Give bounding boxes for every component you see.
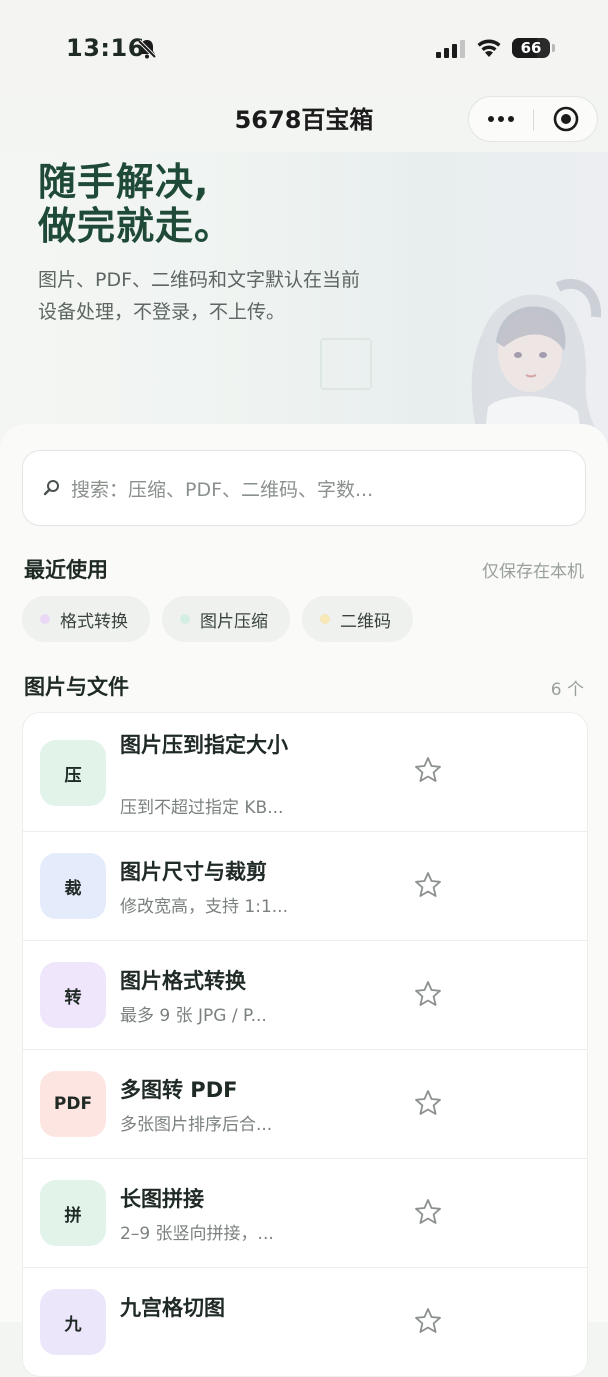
favorite-star-icon[interactable] [413, 1197, 443, 1227]
tool-list: 压 图片压到指定大小 压到不超过指定 KB... 裁 图片尺寸与裁剪 修改宽高，… [22, 712, 588, 1377]
close-miniprogram-button[interactable] [534, 97, 598, 141]
chip-label: 图片压缩 [200, 611, 268, 632]
chip-dot [320, 614, 330, 624]
chip-dot [40, 614, 50, 624]
bell-muted-icon [137, 39, 157, 59]
tools-sheet: 搜索：压缩、PDF、二维码、字数... 最近使用 仅保存在本机 格式转换 图片压… [0, 424, 608, 1377]
tool-badge: PDF [40, 1071, 106, 1137]
mini-program-capsule [468, 96, 598, 142]
recent-section-note: 仅保存在本机 [482, 562, 584, 582]
tool-desc: 2–9 张竖向拼接，... [120, 1224, 274, 1244]
search-bar[interactable]: 搜索：压缩、PDF、二维码、字数... [22, 450, 586, 526]
tool-item-resize[interactable]: 裁 图片尺寸与裁剪 修改宽高，支持 1:1... [23, 832, 587, 941]
tool-title: 九宫格切图 [120, 1296, 225, 1320]
wifi-icon [477, 39, 501, 57]
chip-label: 格式转换 [60, 611, 128, 632]
hero-subtitle: 图片、PDF、二维码和文字默认在当前设备处理，不登录，不上传。 [38, 269, 361, 323]
status-bar: 13:16 66 [0, 0, 608, 96]
tool-item-format[interactable]: 转 图片格式转换 最多 9 张 JPG / P... [23, 941, 587, 1050]
cellular-signal-icon [436, 40, 465, 58]
tool-title: 图片压到指定大小 [120, 733, 288, 757]
battery-tip [552, 44, 555, 52]
tool-desc: 压到不超过指定 KB... [120, 798, 284, 818]
favorite-star-icon[interactable] [413, 755, 443, 785]
battery-percent: 66 [520, 39, 542, 57]
tool-desc: 最多 9 张 JPG / P... [120, 1006, 267, 1026]
tool-item-pdf[interactable]: PDF 多图转 PDF 多张图片排序后合... [23, 1050, 587, 1159]
hero-title: 随手解决, 做完就走。 [38, 160, 233, 248]
tool-title: 长图拼接 [120, 1187, 204, 1211]
tool-title: 多图转 PDF [120, 1078, 238, 1102]
search-placeholder: 搜索：压缩、PDF、二维码、字数... [71, 479, 374, 501]
tool-desc: 多张图片排序后合... [120, 1115, 273, 1135]
tool-item-compress[interactable]: 压 图片压到指定大小 压到不超过指定 KB... [23, 713, 587, 832]
tool-badge: 裁 [40, 853, 106, 919]
recent-chip-compress[interactable]: 图片压缩 [162, 596, 290, 642]
girl-illustration [471, 278, 604, 442]
tool-title: 图片尺寸与裁剪 [120, 860, 267, 884]
search-icon [43, 480, 59, 496]
hero-title-line2: 做完就走。 [38, 204, 234, 248]
hero-banner: 随手解决, 做完就走。 图片、PDF、二维码和文字默认在当前设备处理，不登录，不… [0, 152, 608, 442]
chip-label: 二维码 [340, 611, 391, 632]
tool-badge: 九 [40, 1289, 106, 1355]
more-button[interactable] [469, 97, 533, 141]
recent-chip-qrcode[interactable]: 二维码 [302, 596, 413, 642]
status-time: 13:16 [66, 34, 145, 62]
hero-title-line1: 随手解决, [38, 160, 210, 204]
files-section-title: 图片与文件 [24, 675, 129, 699]
favorite-star-icon[interactable] [413, 1306, 443, 1336]
photo-decoration-icon [320, 338, 372, 390]
favorite-star-icon[interactable] [413, 870, 443, 900]
tool-item-stitch[interactable]: 拼 长图拼接 2–9 张竖向拼接，... [23, 1159, 587, 1268]
recent-chips: 格式转换 图片压缩 二维码 [22, 596, 413, 642]
battery-indicator: 66 [512, 38, 550, 58]
tool-title: 图片格式转换 [120, 969, 246, 993]
files-section-count: 6 个 [550, 680, 584, 700]
target-close-icon [553, 106, 579, 132]
more-dots-icon [488, 116, 494, 122]
chip-dot [180, 614, 190, 624]
tool-badge: 拼 [40, 1180, 106, 1246]
tool-badge: 转 [40, 962, 106, 1028]
favorite-star-icon[interactable] [413, 1088, 443, 1118]
recent-chip-format[interactable]: 格式转换 [22, 596, 150, 642]
tool-badge: 压 [40, 740, 106, 806]
tool-desc: 修改宽高，支持 1:1... [120, 897, 288, 917]
tool-item-grid[interactable]: 九 九宫格切图 [23, 1268, 587, 1376]
recent-section-title: 最近使用 [24, 558, 108, 582]
favorite-star-icon[interactable] [413, 979, 443, 1009]
